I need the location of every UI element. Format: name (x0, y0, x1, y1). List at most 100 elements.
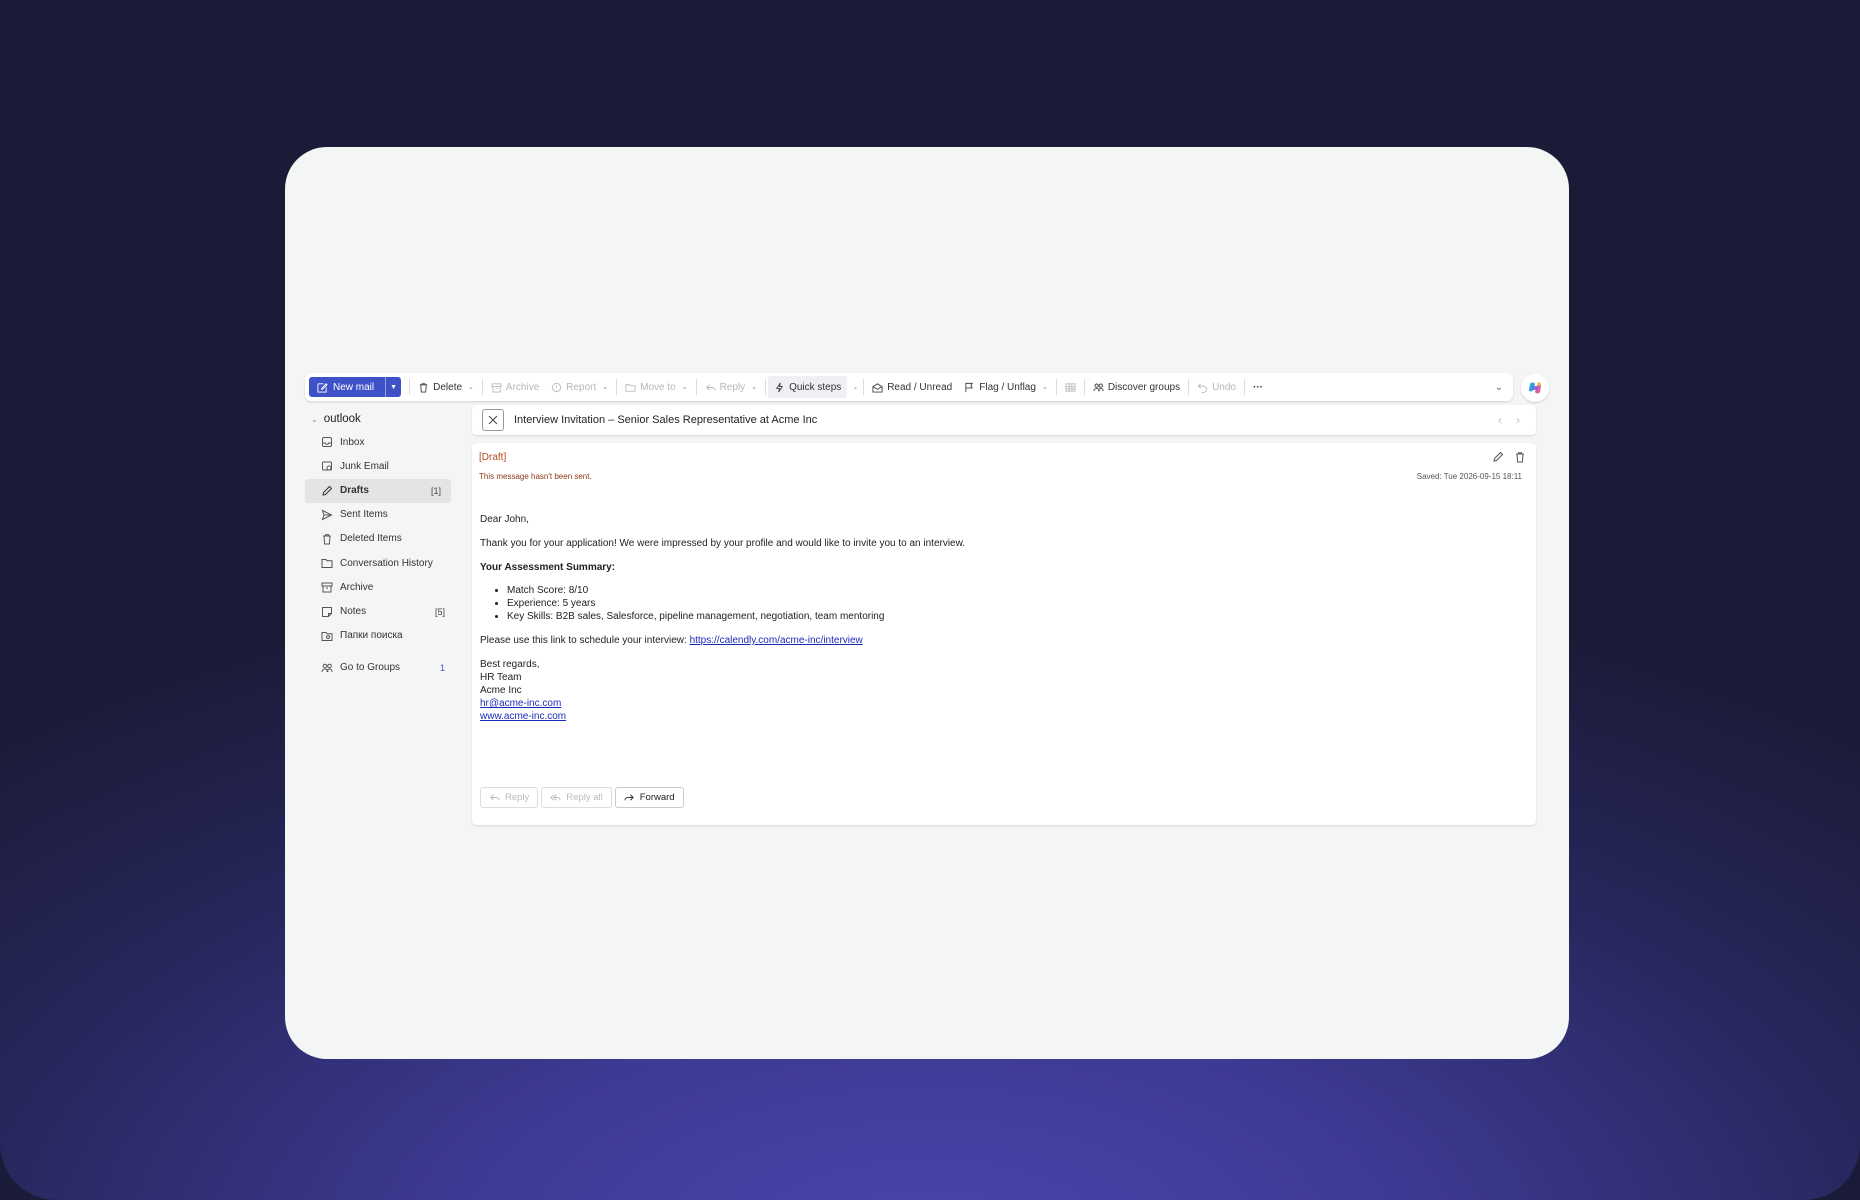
junk-icon (322, 461, 332, 471)
report-button[interactable]: Report ⌄ (545, 376, 614, 398)
sidebar-item-notes[interactable]: Notes [5] (305, 600, 455, 624)
archive-label: Archive (505, 381, 540, 393)
greeting: Dear John, (480, 514, 529, 525)
sidebar-item-drafts[interactable]: Drafts [1] (305, 478, 451, 503)
unread-count: [1] (430, 485, 441, 496)
divider (1188, 379, 1190, 395)
groups-icon (1093, 383, 1104, 391)
folder-pane: ⌄ outlook Inbox Junk Email Drafts [1] Se… (305, 405, 455, 795)
close-icon (488, 415, 498, 425)
schedule-paragraph: Please use this link to schedule your in… (480, 634, 1480, 647)
sidebar-item-archive[interactable]: Archive (305, 575, 455, 599)
chevron-down-icon: ⌄ (751, 384, 758, 391)
quick-steps-dropdown[interactable]: ⌄ (847, 376, 861, 398)
outlook-app: New mail ▼ Delete ⌄ Archive Report ⌄ Move … (305, 373, 1549, 833)
reply-all-icon (550, 794, 561, 801)
forward-button[interactable]: Forward (614, 787, 684, 808)
new-mail-button[interactable]: New mail ▼ (309, 377, 402, 397)
delete-button[interactable]: Delete ⌄ (412, 376, 480, 398)
list-item: Match Score: 8/10 (507, 584, 1480, 597)
divider (409, 379, 411, 395)
discard-draft-icon[interactable] (1514, 451, 1526, 463)
assessment-list: Match Score: 8/10 Experience: 5 years Ke… (507, 584, 1480, 623)
reply-label: Reply (505, 792, 530, 803)
more-options-button[interactable]: ··· (1247, 376, 1269, 398)
sidebar-item-label: Go to Groups (340, 662, 401, 674)
discover-groups-button[interactable]: Discover groups (1087, 376, 1186, 398)
summary-heading: Your Assessment Summary: (480, 562, 616, 573)
signature: Best regards, HR Team Acme Inc hr@acme-i… (480, 658, 1480, 723)
calendly-link[interactable]: https://calendly.com/acme-inc/interview (690, 635, 863, 646)
sidebar-item-label: Deleted Items (340, 533, 402, 545)
next-message-icon[interactable]: › (1516, 413, 1520, 427)
account-root[interactable]: ⌄ outlook (305, 408, 455, 430)
divider (616, 379, 618, 395)
unsent-notice: This message hasn't been sent. (479, 472, 592, 481)
send-icon (321, 509, 333, 521)
sidebar-item-sent-items[interactable]: Sent Items (305, 503, 455, 527)
inbox-icon (322, 437, 332, 448)
edit-draft-icon[interactable] (1492, 451, 1504, 463)
divider (1055, 379, 1057, 395)
note-icon (322, 606, 332, 617)
signoff-line: HR Team (480, 672, 522, 683)
divider (765, 379, 767, 395)
move-to-button[interactable]: Move to ⌄ (619, 376, 693, 398)
sidebar-item-search-folders[interactable]: Папки поиска (305, 624, 455, 648)
previous-message-icon[interactable]: ‹ (1498, 413, 1502, 427)
sidebar-item-label: Папки поиска (340, 630, 403, 642)
divider (1083, 379, 1085, 395)
forward-icon (624, 794, 634, 801)
website-link[interactable]: www.acme-inc.com (480, 711, 566, 722)
message-actions: Reply Reply all Forward (480, 787, 684, 808)
sidebar-item-go-to-groups[interactable]: Go to Groups 1 (305, 656, 455, 680)
read-unread-label: Read / Unread (887, 381, 953, 393)
divider (481, 379, 483, 395)
undo-label: Undo (1212, 381, 1236, 393)
toolbar: New mail ▼ Delete ⌄ Archive Report ⌄ Move … (305, 373, 1513, 401)
archive-icon (491, 382, 502, 393)
read-unread-button[interactable]: Read / Unread (866, 376, 958, 398)
sidebar-item-label: Archive (340, 581, 374, 593)
table-view-button[interactable] (1059, 376, 1082, 398)
close-message-button[interactable] (482, 409, 504, 431)
list-item: Key Skills: B2B sales, Salesforce, pipel… (507, 610, 1480, 623)
copilot-icon (1529, 382, 1541, 394)
sidebar-item-label: Notes (340, 606, 367, 617)
undo-icon (1197, 383, 1208, 393)
trash-icon (323, 534, 331, 545)
message-subject: Interview Invitation – Senior Sales Repr… (514, 414, 818, 426)
sidebar-item-junk-email[interactable]: Junk Email (305, 454, 455, 478)
collapse-ribbon-icon[interactable]: ⌄ (1495, 382, 1509, 393)
desktop-background: New mail ▼ Delete ⌄ Archive Report ⌄ Move … (0, 0, 1860, 1200)
list-item: Experience: 5 years (507, 597, 1480, 610)
compose-icon (317, 382, 328, 393)
reading-pane: [Draft] This message hasn't been sent. S… (472, 443, 1536, 825)
reply-button[interactable]: Reply ⌄ (699, 376, 763, 398)
reply-label: Reply (719, 381, 746, 393)
groups-icon (321, 663, 333, 672)
copilot-button[interactable] (1521, 374, 1549, 402)
report-label: Report (566, 381, 597, 393)
email-link[interactable]: hr@acme-inc.com (480, 698, 561, 709)
sidebar-item-deleted-items[interactable]: Deleted Items (305, 527, 455, 551)
discover-groups-label: Discover groups (1107, 381, 1181, 393)
sidebar-item-label: Inbox (340, 436, 365, 448)
forward-label: Forward (639, 792, 675, 803)
undo-button[interactable]: Undo (1191, 376, 1242, 398)
reply-all-button[interactable]: Reply all (541, 787, 612, 808)
new-mail-dropdown[interactable]: ▼ (385, 377, 401, 397)
sidebar-item-conversation-history[interactable]: Conversation History (305, 551, 455, 575)
pencil-icon (322, 485, 333, 496)
reply-all-label: Reply all (566, 792, 603, 803)
sidebar-item-inbox[interactable]: Inbox (305, 430, 455, 454)
new-mail-label: New mail (333, 381, 375, 393)
search-folder-icon (321, 631, 333, 641)
quick-steps-button[interactable]: Quick steps (768, 376, 848, 398)
reply-button[interactable]: Reply (480, 787, 539, 808)
delete-label: Delete (433, 381, 463, 393)
archive-button[interactable]: Archive (485, 376, 545, 398)
draft-label: [Draft] (479, 452, 507, 463)
flag-unflag-button[interactable]: Flag / Unflag ⌄ (958, 376, 1054, 398)
envelope-open-icon (872, 382, 883, 393)
